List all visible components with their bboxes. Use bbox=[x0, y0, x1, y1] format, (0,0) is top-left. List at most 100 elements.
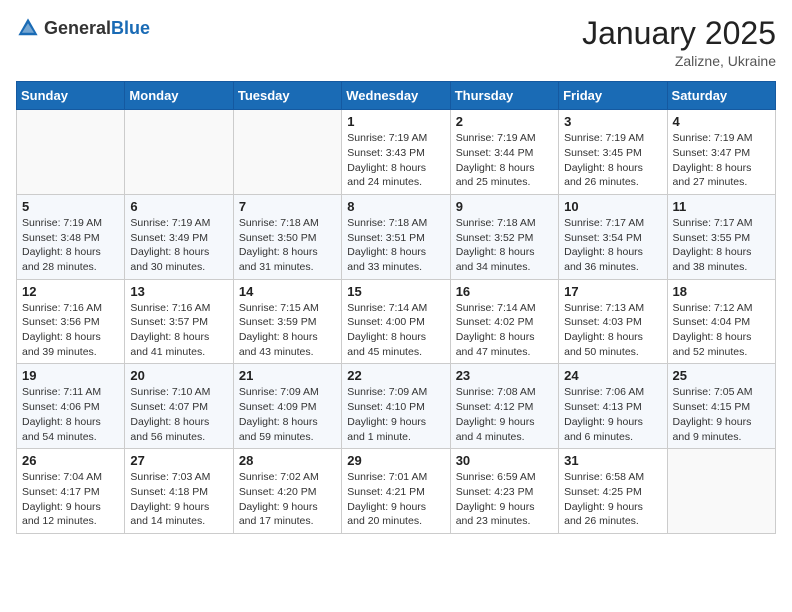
calendar-cell: 25Sunrise: 7:05 AM Sunset: 4:15 PM Dayli… bbox=[667, 364, 775, 449]
day-info: Sunrise: 7:19 AM Sunset: 3:48 PM Dayligh… bbox=[22, 216, 119, 275]
day-number: 29 bbox=[347, 453, 444, 468]
calendar-cell: 8 Sunrise: 7:18 AM Sunset: 3:51 PM Daylig… bbox=[342, 194, 450, 279]
day-info: Sunrise: 7:02 AM Sunset: 4:20 PM Dayligh… bbox=[239, 470, 336, 529]
logo: General Blue bbox=[16, 16, 150, 40]
calendar-cell: 29 Sunrise: 7:01 AM Sunset: 4:21 PM Dayli… bbox=[342, 449, 450, 534]
calendar-week-row: 1 Sunrise: 7:19 AM Sunset: 3:43 PM Daylig… bbox=[17, 110, 776, 195]
day-number: 11 bbox=[673, 199, 770, 214]
day-info: Sunrise: 7:19 AM Sunset: 3:49 PM Dayligh… bbox=[130, 216, 227, 275]
day-info: Sunrise: 7:09 AM Sunset: 4:10 PM Dayligh… bbox=[347, 385, 444, 444]
day-header-saturday: Saturday bbox=[667, 82, 775, 110]
day-number: 1 bbox=[347, 114, 444, 129]
calendar-cell: 16 Sunrise: 7:14 AM Sunset: 4:02 PM Dayli… bbox=[450, 279, 558, 364]
day-number: 9 bbox=[456, 199, 553, 214]
day-number: 13 bbox=[130, 284, 227, 299]
calendar-header-row: SundayMondayTuesdayWednesdayThursdayFrid… bbox=[17, 82, 776, 110]
calendar-cell: 1 Sunrise: 7:19 AM Sunset: 3:43 PM Daylig… bbox=[342, 110, 450, 195]
calendar-cell: 15 Sunrise: 7:14 AM Sunset: 4:00 PM Dayli… bbox=[342, 279, 450, 364]
page-header: General Blue January 2025 Zalizne, Ukrai… bbox=[16, 16, 776, 69]
day-info: Sunrise: 7:06 AM Sunset: 4:13 PM Dayligh… bbox=[564, 385, 661, 444]
logo-general-text: General bbox=[44, 19, 111, 37]
day-info: Sunrise: 7:19 AM Sunset: 3:44 PM Dayligh… bbox=[456, 131, 553, 190]
day-header-monday: Monday bbox=[125, 82, 233, 110]
day-header-friday: Friday bbox=[559, 82, 667, 110]
day-info: Sunrise: 7:16 AM Sunset: 3:57 PM Dayligh… bbox=[130, 301, 227, 360]
day-number: 6 bbox=[130, 199, 227, 214]
day-number: 3 bbox=[564, 114, 661, 129]
calendar-cell: 5Sunrise: 7:19 AM Sunset: 3:48 PM Daylig… bbox=[17, 194, 125, 279]
day-info: Sunrise: 7:04 AM Sunset: 4:17 PM Dayligh… bbox=[22, 470, 119, 529]
logo-blue-text: Blue bbox=[111, 19, 150, 37]
day-info: Sunrise: 7:19 AM Sunset: 3:43 PM Dayligh… bbox=[347, 131, 444, 190]
calendar-cell: 12 Sunrise: 7:16 AM Sunset: 3:56 PM Dayli… bbox=[17, 279, 125, 364]
day-info: Sunrise: 7:11 AM Sunset: 4:06 PM Dayligh… bbox=[22, 385, 119, 444]
calendar-cell: 3 Sunrise: 7:19 AM Sunset: 3:45 PM Daylig… bbox=[559, 110, 667, 195]
calendar-cell bbox=[233, 110, 341, 195]
day-number: 12 bbox=[22, 284, 119, 299]
calendar-cell: 2 Sunrise: 7:19 AM Sunset: 3:44 PM Daylig… bbox=[450, 110, 558, 195]
calendar-cell: 21 Sunrise: 7:09 AM Sunset: 4:09 PM Dayli… bbox=[233, 364, 341, 449]
day-number: 18 bbox=[673, 284, 770, 299]
day-number: 8 bbox=[347, 199, 444, 214]
month-title: January 2025 bbox=[582, 16, 776, 51]
day-header-sunday: Sunday bbox=[17, 82, 125, 110]
day-info: Sunrise: 7:14 AM Sunset: 4:02 PM Dayligh… bbox=[456, 301, 553, 360]
day-info: Sunrise: 7:19 AM Sunset: 3:47 PM Dayligh… bbox=[673, 131, 770, 190]
calendar-cell: 7 Sunrise: 7:18 AM Sunset: 3:50 PM Daylig… bbox=[233, 194, 341, 279]
day-info: Sunrise: 7:12 AM Sunset: 4:04 PM Dayligh… bbox=[673, 301, 770, 360]
calendar-cell: 28 Sunrise: 7:02 AM Sunset: 4:20 PM Dayli… bbox=[233, 449, 341, 534]
day-number: 4 bbox=[673, 114, 770, 129]
calendar-cell: 10Sunrise: 7:17 AM Sunset: 3:54 PM Dayli… bbox=[559, 194, 667, 279]
day-header-wednesday: Wednesday bbox=[342, 82, 450, 110]
day-number: 2 bbox=[456, 114, 553, 129]
calendar-cell bbox=[17, 110, 125, 195]
day-number: 10 bbox=[564, 199, 661, 214]
day-info: Sunrise: 7:16 AM Sunset: 3:56 PM Dayligh… bbox=[22, 301, 119, 360]
calendar-cell bbox=[125, 110, 233, 195]
day-number: 14 bbox=[239, 284, 336, 299]
day-header-thursday: Thursday bbox=[450, 82, 558, 110]
calendar-cell: 13 Sunrise: 7:16 AM Sunset: 3:57 PM Dayli… bbox=[125, 279, 233, 364]
day-number: 27 bbox=[130, 453, 227, 468]
calendar-cell: 17Sunrise: 7:13 AM Sunset: 4:03 PM Dayli… bbox=[559, 279, 667, 364]
day-info: Sunrise: 7:18 AM Sunset: 3:51 PM Dayligh… bbox=[347, 216, 444, 275]
calendar-cell: 24Sunrise: 7:06 AM Sunset: 4:13 PM Dayli… bbox=[559, 364, 667, 449]
day-info: Sunrise: 7:14 AM Sunset: 4:00 PM Dayligh… bbox=[347, 301, 444, 360]
day-info: Sunrise: 7:05 AM Sunset: 4:15 PM Dayligh… bbox=[673, 385, 770, 444]
title-area: January 2025 Zalizne, Ukraine bbox=[582, 16, 776, 69]
calendar-week-row: 5Sunrise: 7:19 AM Sunset: 3:48 PM Daylig… bbox=[17, 194, 776, 279]
day-header-tuesday: Tuesday bbox=[233, 82, 341, 110]
calendar-table: SundayMondayTuesdayWednesdayThursdayFrid… bbox=[16, 81, 776, 534]
calendar-cell: 4 Sunrise: 7:19 AM Sunset: 3:47 PM Daylig… bbox=[667, 110, 775, 195]
day-info: Sunrise: 6:59 AM Sunset: 4:23 PM Dayligh… bbox=[456, 470, 553, 529]
day-number: 16 bbox=[456, 284, 553, 299]
day-info: Sunrise: 7:03 AM Sunset: 4:18 PM Dayligh… bbox=[130, 470, 227, 529]
day-info: Sunrise: 7:09 AM Sunset: 4:09 PM Dayligh… bbox=[239, 385, 336, 444]
calendar-cell bbox=[667, 449, 775, 534]
calendar-week-row: 26Sunrise: 7:04 AM Sunset: 4:17 PM Dayli… bbox=[17, 449, 776, 534]
calendar-week-row: 12 Sunrise: 7:16 AM Sunset: 3:56 PM Dayli… bbox=[17, 279, 776, 364]
calendar-cell: 23 Sunrise: 7:08 AM Sunset: 4:12 PM Dayli… bbox=[450, 364, 558, 449]
day-info: Sunrise: 7:01 AM Sunset: 4:21 PM Dayligh… bbox=[347, 470, 444, 529]
location-subtitle: Zalizne, Ukraine bbox=[582, 53, 776, 69]
calendar-cell: 20Sunrise: 7:10 AM Sunset: 4:07 PM Dayli… bbox=[125, 364, 233, 449]
logo-icon bbox=[16, 16, 40, 40]
calendar-cell: 14 Sunrise: 7:15 AM Sunset: 3:59 PM Dayli… bbox=[233, 279, 341, 364]
day-number: 22 bbox=[347, 368, 444, 383]
calendar-cell: 6 Sunrise: 7:19 AM Sunset: 3:49 PM Daylig… bbox=[125, 194, 233, 279]
day-number: 28 bbox=[239, 453, 336, 468]
calendar-cell: 31Sunrise: 6:58 AM Sunset: 4:25 PM Dayli… bbox=[559, 449, 667, 534]
day-number: 30 bbox=[456, 453, 553, 468]
day-number: 31 bbox=[564, 453, 661, 468]
calendar-week-row: 19Sunrise: 7:11 AM Sunset: 4:06 PM Dayli… bbox=[17, 364, 776, 449]
calendar-cell: 26Sunrise: 7:04 AM Sunset: 4:17 PM Dayli… bbox=[17, 449, 125, 534]
day-number: 15 bbox=[347, 284, 444, 299]
day-number: 23 bbox=[456, 368, 553, 383]
day-info: Sunrise: 7:19 AM Sunset: 3:45 PM Dayligh… bbox=[564, 131, 661, 190]
day-number: 7 bbox=[239, 199, 336, 214]
day-number: 17 bbox=[564, 284, 661, 299]
day-info: Sunrise: 7:18 AM Sunset: 3:50 PM Dayligh… bbox=[239, 216, 336, 275]
day-info: Sunrise: 7:08 AM Sunset: 4:12 PM Dayligh… bbox=[456, 385, 553, 444]
day-info: Sunrise: 7:15 AM Sunset: 3:59 PM Dayligh… bbox=[239, 301, 336, 360]
day-number: 21 bbox=[239, 368, 336, 383]
